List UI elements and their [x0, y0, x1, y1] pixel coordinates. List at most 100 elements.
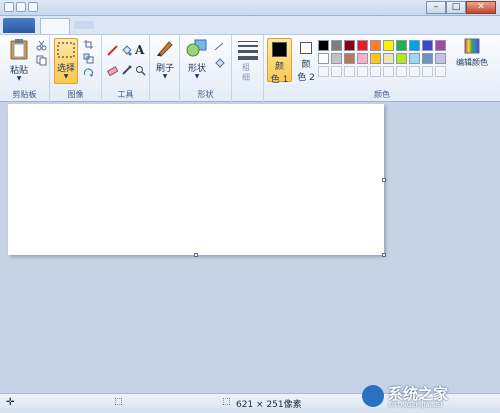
paste-button[interactable]: 粘贴 ▼ [6, 38, 32, 82]
minimize-button[interactable]: – [426, 1, 446, 14]
tab-home[interactable] [40, 18, 70, 34]
watermark-brand: 系统之家 [388, 385, 449, 403]
chevron-down-icon: ▼ [16, 75, 22, 82]
cursor-position-icon: ✛ [6, 397, 15, 408]
shapes-button[interactable]: 形状 ▼ [184, 38, 210, 80]
size-group: 粗 细 [232, 35, 264, 103]
drawing-canvas[interactable] [8, 104, 384, 255]
chevron-down-icon: ▼ [63, 73, 69, 80]
outline-icon[interactable] [214, 41, 225, 52]
custom-swatch-empty[interactable] [435, 66, 446, 77]
rotate-icon[interactable] [83, 67, 94, 78]
palette-swatch[interactable] [422, 40, 433, 51]
color2-swatch [300, 42, 312, 54]
magnifier-icon[interactable] [135, 65, 146, 76]
pencil-icon[interactable] [107, 45, 118, 56]
save-icon[interactable] [16, 2, 26, 12]
resize-icon[interactable] [83, 53, 94, 64]
palette-swatch[interactable] [396, 40, 407, 51]
brushes-group: 刷子 ▼ [150, 35, 180, 103]
palette-swatch[interactable] [357, 53, 368, 64]
palette-swatch[interactable] [383, 40, 394, 51]
maximize-button[interactable]: □ [446, 1, 466, 14]
watermark-logo-icon [362, 385, 384, 407]
palette-swatch[interactable] [370, 40, 381, 51]
close-button[interactable]: ✕ [466, 1, 496, 14]
palette-swatch[interactable] [383, 53, 394, 64]
colors-group: 颜 色 1 颜 色 2 编辑颜色 颜色 [264, 35, 500, 103]
size-label-top: 粗 [242, 63, 250, 72]
file-menu-tab[interactable] [3, 18, 35, 33]
fill-bucket-icon[interactable] [121, 45, 132, 56]
palette-swatch[interactable] [422, 53, 433, 64]
canvas-workspace [0, 102, 500, 393]
brushes-button[interactable]: 刷子 ▼ [153, 38, 177, 80]
copy-icon[interactable] [36, 55, 47, 66]
color1-label-line1: 颜 [274, 62, 284, 72]
title-bar: – □ ✕ [0, 0, 500, 16]
color-palette [318, 40, 446, 77]
palette-swatch[interactable] [435, 40, 446, 51]
chevron-down-icon: ▼ [162, 73, 168, 80]
custom-swatch-empty[interactable] [331, 66, 342, 77]
selection-size-icon: ⬚ [114, 397, 123, 407]
fill-icon[interactable] [214, 57, 225, 68]
quick-access-toolbar [4, 2, 38, 12]
palette-swatch[interactable] [409, 40, 420, 51]
custom-swatch-empty[interactable] [318, 66, 329, 77]
app-menu-icon[interactable] [4, 2, 14, 12]
custom-swatch-empty[interactable] [422, 66, 433, 77]
size-label-bottom: 细 [242, 73, 250, 82]
clipboard-icon [10, 39, 28, 60]
palette-swatch[interactable] [409, 53, 420, 64]
palette-swatch[interactable] [357, 40, 368, 51]
custom-swatch-empty[interactable] [344, 66, 355, 77]
resize-handle-right[interactable] [382, 178, 386, 182]
clipboard-group-label: 剪贴板 [12, 90, 37, 99]
colors-group-label: 颜色 [374, 90, 390, 99]
text-tool-icon[interactable]: A [135, 43, 144, 57]
eraser-icon[interactable] [107, 65, 118, 76]
tab-view[interactable] [74, 21, 94, 29]
image-group-label: 图像 [67, 90, 84, 99]
color1-label-line2: 色 1 [270, 75, 289, 85]
custom-swatch-empty[interactable] [370, 66, 381, 77]
cut-icon[interactable] [36, 40, 47, 51]
ribbon-tab-bar [0, 16, 500, 34]
resize-handle-corner[interactable] [382, 253, 386, 257]
undo-icon[interactable] [28, 2, 38, 12]
custom-swatch-empty[interactable] [409, 66, 420, 77]
palette-swatch[interactable] [318, 53, 329, 64]
color2-label-line1: 颜 [301, 60, 311, 70]
edit-colors-button[interactable]: 编辑颜色 [450, 38, 494, 68]
palette-swatch[interactable] [331, 53, 342, 64]
color1-button[interactable]: 颜 色 1 [267, 38, 292, 85]
brush-icon [157, 41, 173, 57]
palette-swatch[interactable] [435, 53, 446, 64]
color2-button[interactable]: 颜 色 2 [295, 38, 317, 83]
tools-group-label: 工具 [117, 90, 134, 99]
palette-swatch[interactable] [396, 53, 407, 64]
color-picker-icon[interactable] [121, 65, 132, 76]
chevron-down-icon: ▼ [194, 73, 200, 80]
custom-swatch-empty[interactable] [396, 66, 407, 77]
custom-swatch-empty[interactable] [383, 66, 394, 77]
palette-swatch[interactable] [318, 40, 329, 51]
select-button[interactable]: 选择 ▼ [54, 38, 78, 84]
image-group: 选择 ▼ 图像 [50, 35, 102, 103]
color2-label-line2: 色 2 [297, 73, 315, 83]
resize-handle-bottom[interactable] [194, 253, 198, 257]
palette-swatch[interactable] [344, 40, 355, 51]
size-button[interactable] [238, 41, 258, 63]
crop-icon[interactable] [83, 39, 94, 50]
watermark-site: XITONGZHIJIA.NET [388, 402, 444, 409]
palette-swatch[interactable] [331, 40, 342, 51]
custom-swatch-empty[interactable] [357, 66, 368, 77]
window-controls: – □ ✕ [426, 1, 496, 14]
palette-swatch[interactable] [370, 53, 381, 64]
palette-swatch[interactable] [344, 53, 355, 64]
shapes-group: 形状 ▼ 形状 [180, 35, 232, 103]
canvas-size-text: 621 × 251像素 [236, 400, 302, 410]
watermark: 系统之家 XITONGZHIJIA.NET [362, 383, 494, 411]
clipboard-group: 粘贴 ▼ 剪贴板 [0, 35, 50, 103]
